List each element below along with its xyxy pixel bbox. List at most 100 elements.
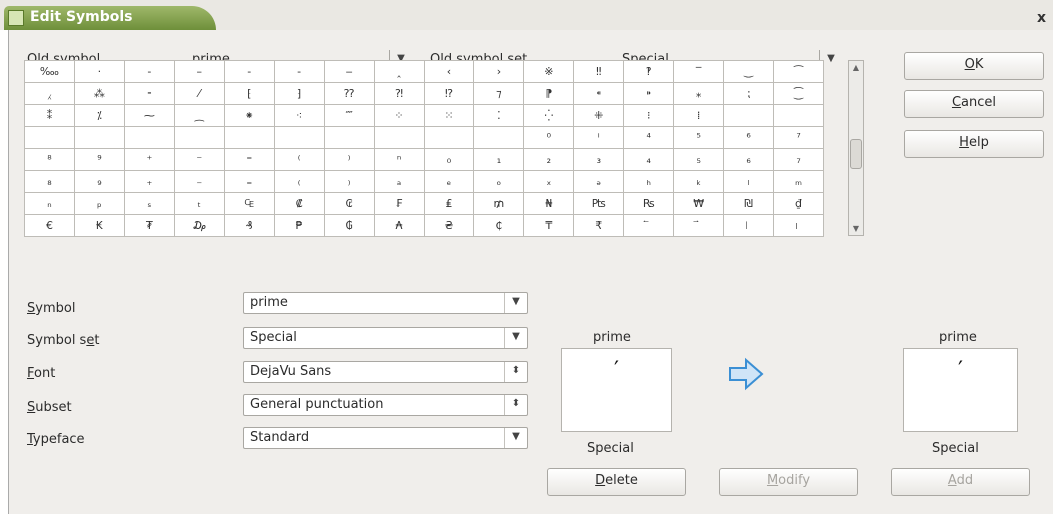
symbol-cell[interactable]: ⁸ (24, 148, 75, 171)
symbol-cell[interactable]: € (24, 214, 75, 237)
symbol-cell[interactable]: ₰ (223, 214, 275, 237)
symbol-cell[interactable]: ₢ (323, 192, 375, 215)
symbol-cell[interactable]: ‼ (573, 60, 625, 83)
symbol-cell[interactable] (24, 126, 75, 149)
symbol-cell[interactable]: ⁜ (573, 104, 625, 127)
symbol-cell[interactable]: ⁛ (523, 104, 575, 127)
symbol-cell[interactable]: ₊ (123, 170, 175, 193)
symbol-cell[interactable] (373, 126, 425, 149)
symbol-cell[interactable]: ⁕ (223, 104, 275, 127)
symbol-cell[interactable] (123, 126, 175, 149)
symbol-cell[interactable]: ₁ (473, 148, 525, 171)
symbol-cell[interactable]: ₚ (73, 192, 125, 215)
symbol-combo[interactable]: prime ▼ (243, 292, 528, 314)
symbol-cell[interactable]: ₔ (573, 170, 625, 193)
symbol-cell[interactable]: ⁐ (773, 82, 824, 105)
symbol-cell[interactable]: ⁞ (673, 104, 725, 127)
symbol-cell[interactable]: ⁖ (273, 104, 325, 127)
symbol-cell[interactable]: ⁹ (73, 148, 125, 171)
symbol-cell[interactable]: ₎ (323, 170, 375, 193)
symbol-cell[interactable]: ₹ (573, 214, 625, 237)
symbol-cell[interactable]: ₳ (373, 214, 425, 237)
symbol-cell[interactable]: ⁁ (24, 82, 75, 105)
symbol-cell[interactable]: ₃ (573, 148, 625, 171)
symbol-cell[interactable]: ₨ (623, 192, 675, 215)
symbol-cell[interactable]: ₠ (223, 192, 275, 215)
symbol-cell[interactable]: ₇ (773, 148, 824, 171)
symbol-cell[interactable]: ₡ (273, 192, 325, 215)
symbol-cell[interactable]: ⁴ (623, 126, 675, 149)
cancel-button[interactable]: Cancel (904, 90, 1044, 118)
symbol-grid[interactable]: ‱ · - – ‐ ‑ ‒ ‸ ‹ › ※ ‼ ‽ ‾ ‿ ⁀ ⁁ ⁂ ⁃ ⁄ ⁅ ⁆ ⁇ ⁈ ⁉ ⁊ ⁋ ⁌ ⁍ ⁎ ⁏ ⁐ ⁑ ⁒ ⁓ ⁔ ⁕ ⁖ ⁗ ⁘… (24, 60, 824, 237)
chevron-down-icon[interactable]: ▼ (504, 428, 527, 448)
ok-button[interactable]: OK (904, 52, 1044, 80)
symbol-cell[interactable]: ※ (523, 60, 575, 83)
symbol-cell[interactable]: ‸ (373, 60, 425, 83)
symbol-set-combo[interactable]: Special ▼ (243, 327, 528, 349)
symbol-cell[interactable]: ₸ (523, 214, 575, 237)
symbol-cell[interactable]: ₗ (723, 170, 775, 193)
delete-button[interactable]: Delete (547, 468, 686, 496)
symbol-cell[interactable]: ⁍ (623, 82, 675, 105)
close-icon[interactable]: x (1037, 10, 1046, 26)
symbol-cell[interactable] (223, 126, 275, 149)
symbol-cell[interactable]: ⁱ (573, 126, 625, 149)
symbol-cell[interactable]: ⁗ (323, 104, 375, 127)
symbol-cell[interactable]: ⁰ (523, 126, 575, 149)
symbol-cell[interactable]: ⁂ (73, 82, 125, 105)
symbol-cell[interactable]: ⃐ (623, 214, 675, 237)
symbol-cell[interactable]: ⁄ (173, 82, 225, 105)
symbol-cell[interactable]: ₧ (573, 192, 625, 215)
spin-arrows-icon[interactable]: ⬍ (504, 395, 527, 415)
symbol-cell[interactable]: ⁅ (223, 82, 275, 105)
symbol-cell[interactable]: ₂ (523, 148, 575, 171)
symbol-cell[interactable]: ₈ (24, 170, 75, 193)
help-button[interactable]: Help (904, 130, 1044, 158)
symbol-cell[interactable]: ₐ (373, 170, 425, 193)
symbol-cell[interactable]: ⃓ (773, 214, 824, 237)
symbol-cell[interactable]: ₲ (323, 214, 375, 237)
symbol-cell[interactable]: ⁘ (373, 104, 425, 127)
symbol-cell[interactable]: ⁾ (323, 148, 375, 171)
symbol-cell[interactable]: ‹ (423, 60, 475, 83)
symbol-cell[interactable]: ⃒ (723, 214, 775, 237)
symbol-cell[interactable]: ⁼ (223, 148, 275, 171)
symbol-cell[interactable]: ‱ (24, 60, 75, 83)
symbol-cell[interactable]: ₒ (473, 170, 525, 193)
symbol-cell[interactable]: ₍ (273, 170, 325, 193)
symbol-cell[interactable]: ₦ (523, 192, 575, 215)
spin-arrows-icon[interactable]: ⬍ (504, 362, 527, 382)
symbol-cell[interactable]: · (73, 60, 125, 83)
symbol-cell[interactable]: ⁓ (123, 104, 175, 127)
symbol-cell[interactable]: ₛ (123, 192, 175, 215)
symbol-cell[interactable]: ⁊ (473, 82, 525, 105)
chevron-down-icon[interactable]: ▼ (504, 328, 527, 348)
symbol-cell[interactable]: ⁝ (623, 104, 675, 127)
symbol-cell[interactable]: ⁑ (24, 104, 75, 127)
symbol-cell[interactable]: ₜ (173, 192, 225, 215)
symbol-cell[interactable]: ⁺ (123, 148, 175, 171)
chevron-down-icon[interactable]: ▼ (504, 293, 527, 313)
symbol-cell[interactable] (423, 126, 475, 149)
symbol-cell[interactable]: ₘ (773, 170, 824, 193)
symbol-cell[interactable]: ⁈ (373, 82, 425, 105)
symbol-cell[interactable] (773, 104, 824, 127)
symbol-cell[interactable]: ₭ (73, 214, 125, 237)
symbol-cell[interactable] (723, 104, 775, 127)
symbol-cell[interactable]: ⁇ (323, 82, 375, 105)
symbol-cell[interactable]: ₱ (273, 214, 325, 237)
symbol-cell[interactable]: - (123, 60, 175, 83)
symbol-cell[interactable]: ₅ (673, 148, 725, 171)
symbol-cell[interactable] (173, 126, 225, 149)
symbol-cell[interactable]: ₌ (223, 170, 275, 193)
symbol-cell[interactable]: ₣ (373, 192, 425, 215)
symbol-cell[interactable]: ⁒ (73, 104, 125, 127)
grid-scrollbar[interactable]: ▲ ▼ (848, 60, 864, 236)
symbol-cell[interactable]: ₤ (423, 192, 475, 215)
symbol-cell[interactable]: ₋ (173, 170, 225, 193)
symbol-cell[interactable]: ₩ (673, 192, 725, 215)
font-combo[interactable]: DejaVu Sans ⬍ (243, 361, 528, 383)
symbol-cell[interactable]: ⁎ (673, 82, 725, 105)
symbol-cell[interactable]: ₉ (73, 170, 125, 193)
symbol-cell[interactable]: ⁀ (773, 60, 824, 83)
